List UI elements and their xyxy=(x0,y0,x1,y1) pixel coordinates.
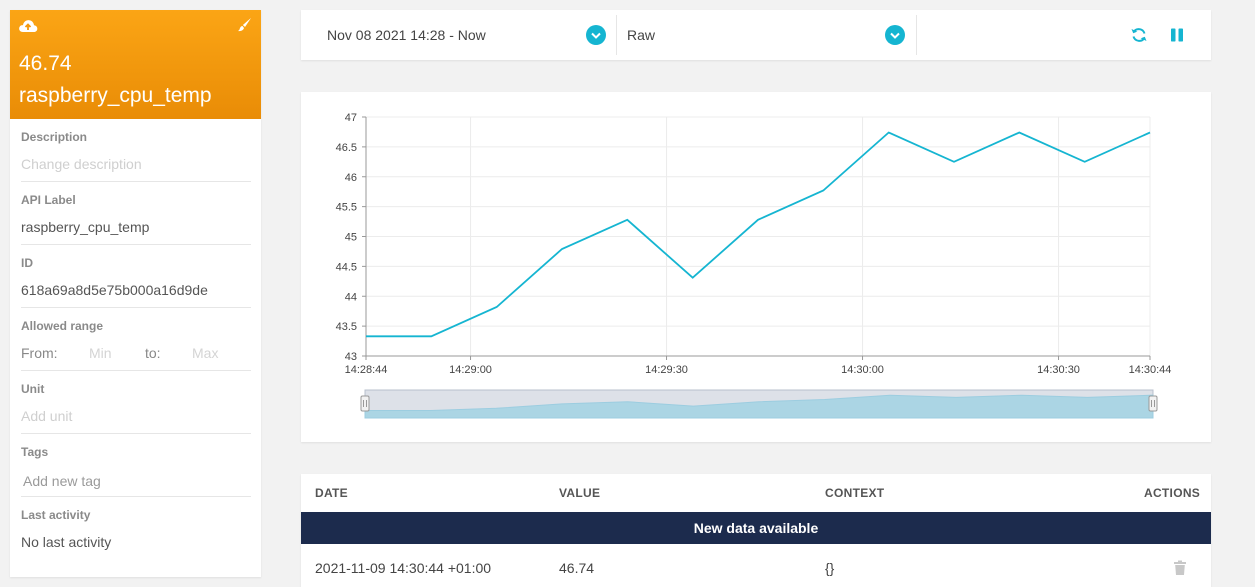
navigator-handle-left[interactable] xyxy=(360,395,370,412)
trash-icon[interactable] xyxy=(1173,560,1187,581)
pause-icon[interactable] xyxy=(1168,26,1186,44)
chart-toolbar: Nov 08 2021 14:28 - Now Raw xyxy=(301,10,1211,60)
paintbrush-icon[interactable] xyxy=(237,17,252,32)
x-tick-label: 14:29:30 xyxy=(645,364,688,376)
column-header-date[interactable]: DATE xyxy=(315,486,348,500)
unit-input[interactable]: Add unit xyxy=(21,408,251,424)
x-tick-label: 14:30:30 xyxy=(1037,364,1080,376)
date-range-dropdown[interactable]: Nov 08 2021 14:28 - Now xyxy=(327,10,617,60)
y-tick-label: 46.5 xyxy=(336,142,357,154)
chart-card: 47 46.5 46 45.5 45 44.5 44 43.5 43 14:28:44 14:29… xyxy=(301,92,1211,442)
chevron-down-icon[interactable] xyxy=(885,25,905,45)
x-tick-label: 14:28:44 xyxy=(345,364,388,376)
last-activity-value: No last activity xyxy=(21,534,112,550)
range-from-label: From: xyxy=(21,345,58,361)
toolbar-divider xyxy=(616,15,617,55)
navigator-handle-right[interactable] xyxy=(1148,395,1158,412)
range-max-input[interactable]: Max xyxy=(192,345,218,361)
description-input[interactable]: Change description xyxy=(21,156,251,172)
handle-grip xyxy=(360,395,370,412)
row-value[interactable]: 46.74 xyxy=(559,560,594,576)
y-tick-label: 44 xyxy=(345,291,357,303)
id-label: ID xyxy=(21,256,33,270)
cloud-upload-icon[interactable] xyxy=(18,17,38,33)
variable-panel: 46.74 raspberry_cpu_temp Description Cha… xyxy=(10,10,261,577)
range-min-input[interactable]: Min xyxy=(89,345,145,361)
y-tick-label: 45.5 xyxy=(336,202,357,214)
toolbar-divider xyxy=(916,15,917,55)
handle-grip xyxy=(1148,395,1158,412)
values-table: DATE VALUE CONTEXT ACTIONS New data avai… xyxy=(301,474,1211,587)
id-field: ID 618a69a8d5e75b000a16d9de xyxy=(21,245,251,308)
variable-properties: Description Change description API Label… xyxy=(10,119,261,560)
date-range-value: Nov 08 2021 14:28 - Now xyxy=(327,27,486,43)
x-tick-label: 14:29:00 xyxy=(449,364,492,376)
aggregation-value: Raw xyxy=(627,27,656,43)
allowed-range-label: Allowed range xyxy=(21,319,104,333)
unit-label: Unit xyxy=(21,382,45,396)
unit-field: Unit Add unit xyxy=(21,371,251,434)
y-tick-label: 46 xyxy=(345,172,357,184)
api-label-input[interactable]: raspberry_cpu_temp xyxy=(21,219,251,235)
row-context[interactable]: {} xyxy=(825,560,834,576)
chart-series xyxy=(366,131,1151,338)
tags-field: Tags Add new tag xyxy=(21,434,251,497)
refresh-icon[interactable] xyxy=(1130,26,1148,44)
id-value: 618a69a8d5e75b000a16d9de xyxy=(21,282,208,298)
y-tick-label: 44.5 xyxy=(336,261,357,273)
x-tick-label: 14:30:00 xyxy=(841,364,884,376)
y-tick-label: 43.5 xyxy=(336,321,357,333)
column-header-actions: ACTIONS xyxy=(1144,486,1201,500)
line-chart[interactable]: 47 46.5 46 45.5 45 44.5 44 43.5 43 14:28:44 14:29… xyxy=(301,92,1211,442)
api-label-label: API Label xyxy=(21,193,76,207)
row-date: 2021-11-09 14:30:44 +01:00 xyxy=(315,560,492,576)
tags-input[interactable]: Add new tag xyxy=(21,473,251,489)
tags-label: Tags xyxy=(21,445,49,459)
y-tick-label: 43 xyxy=(345,351,357,363)
description-label: Description xyxy=(21,130,88,144)
api-label-field: API Label raspberry_cpu_temp xyxy=(21,182,251,245)
variable-name[interactable]: raspberry_cpu_temp xyxy=(19,84,212,108)
x-axis: 14:28:44 14:29:00 14:29:30 14:30:00 14:30:30… xyxy=(345,355,1172,376)
y-tick-label: 45 xyxy=(345,232,357,244)
last-value: 46.74 xyxy=(19,52,72,75)
last-activity-field: Last activity No last activity xyxy=(21,497,251,560)
range-to-label: to: xyxy=(145,345,161,361)
y-tick-label: 47 xyxy=(345,112,357,124)
x-tick-label: 14:30:44 xyxy=(1129,364,1172,376)
variable-header: 46.74 raspberry_cpu_temp xyxy=(10,10,261,119)
column-header-value[interactable]: VALUE xyxy=(559,486,600,500)
chevron-down-icon[interactable] xyxy=(586,25,606,45)
new-data-banner-text: New data available xyxy=(693,520,819,536)
range-navigator xyxy=(360,389,1158,419)
aggregation-dropdown[interactable]: Raw xyxy=(627,10,917,60)
chart-grid xyxy=(365,116,1151,357)
last-activity-label: Last activity xyxy=(21,508,91,522)
new-data-banner[interactable]: New data available xyxy=(301,512,1211,544)
series-line xyxy=(366,131,1151,338)
description-field: Description Change description xyxy=(21,119,251,182)
allowed-range-field: Allowed range From: Min to: Max xyxy=(21,308,251,371)
y-axis: 47 46.5 46 45.5 45 44.5 44 43.5 43 xyxy=(336,112,367,363)
column-header-context: CONTEXT xyxy=(825,486,885,500)
